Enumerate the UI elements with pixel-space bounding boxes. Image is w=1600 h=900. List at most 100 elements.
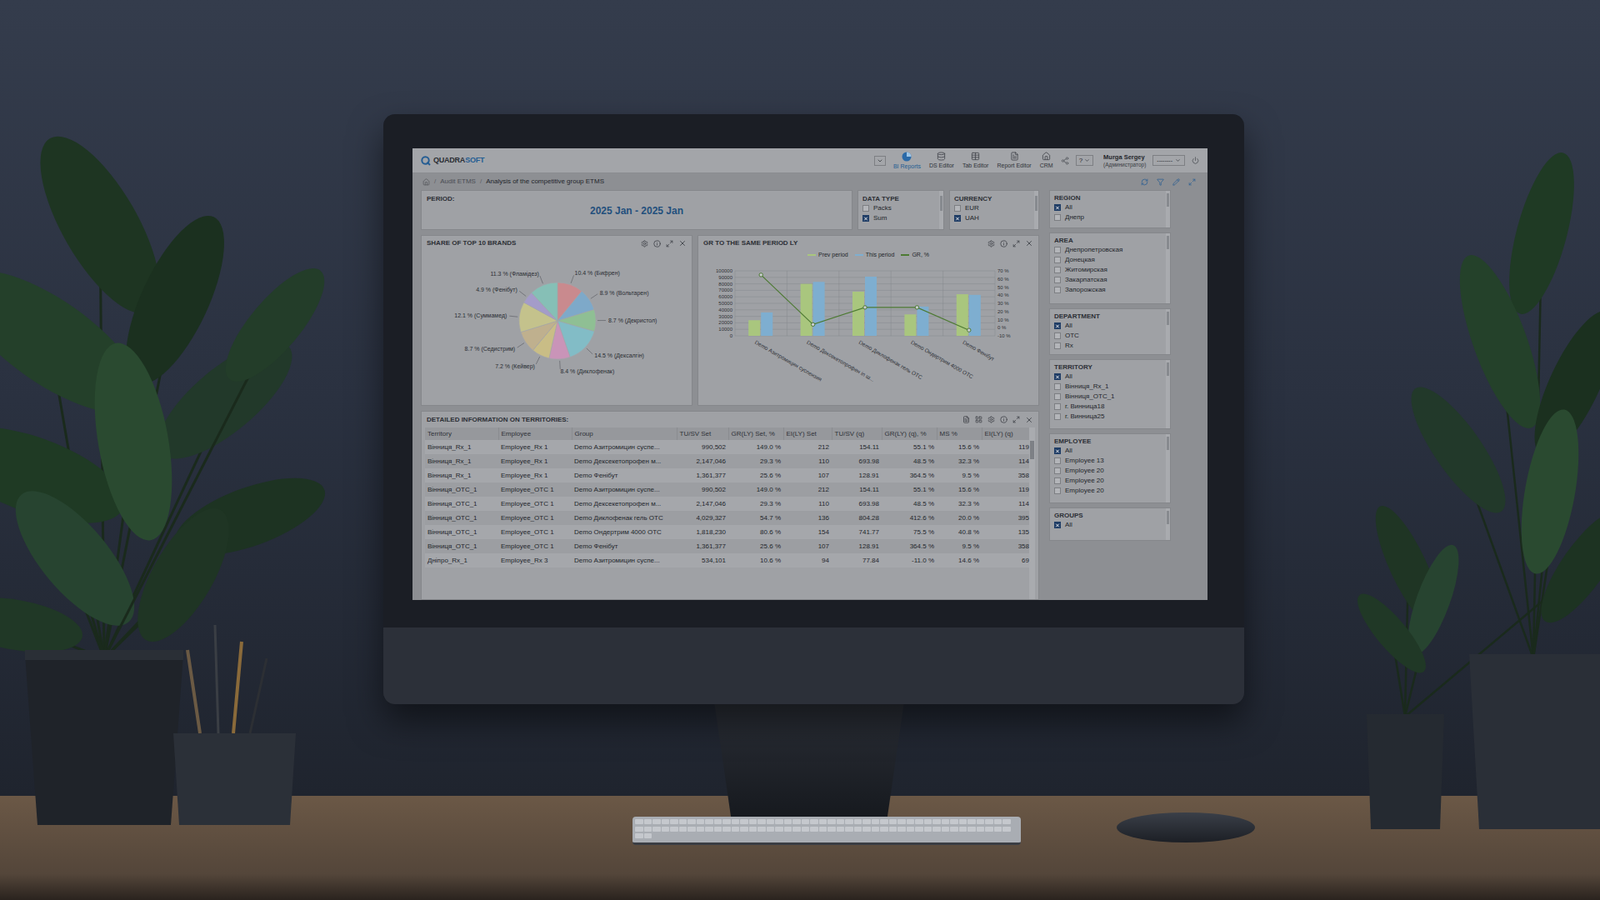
checkbox[interactable]	[1054, 373, 1061, 380]
table-row[interactable]: Вінниця_Rx_1Employee_Rx 1Demo Азитромици…	[425, 440, 1030, 455]
keyboard[interactable]	[632, 816, 1021, 845]
period-panel[interactable]: PERIOD:2025 Jan - 2025 Jan	[420, 190, 853, 230]
scrollbar[interactable]	[1165, 508, 1170, 540]
checkbox[interactable]	[1054, 246, 1061, 254]
line-point[interactable]	[967, 328, 971, 332]
column-header[interactable]: Employee	[498, 427, 572, 440]
nav-item[interactable]: BI Reports	[892, 151, 922, 170]
checkbox[interactable]	[1054, 487, 1061, 495]
home-icon[interactable]	[422, 178, 430, 186]
option-row[interactable]: All	[1054, 202, 1162, 213]
bar[interactable]	[852, 291, 865, 336]
table-row[interactable]: Вінниця_Rx_1Employee_Rx 1Demo Дексекетоп…	[425, 454, 1030, 469]
pie-slice[interactable]: 11.3 % (Фламідез)	[490, 270, 558, 321]
checkbox[interactable]	[862, 215, 870, 222]
option-row[interactable]: Запорожская	[1054, 285, 1162, 295]
info-icon[interactable]	[1000, 240, 1008, 248]
table-row[interactable]: Вінниця_OTC_1Employee_OTC 1Demo Азитроми…	[425, 482, 1030, 497]
option-row[interactable]: Employee 20	[1054, 485, 1162, 496]
checkbox[interactable]	[1054, 256, 1061, 264]
option-row[interactable]: All	[1054, 320, 1162, 331]
scrollbar[interactable]	[1165, 360, 1170, 429]
checkbox[interactable]	[1054, 393, 1061, 400]
close-icon[interactable]	[1025, 415, 1034, 425]
option-row[interactable]: EUR	[954, 203, 1030, 214]
option-row[interactable]: г. Винница25	[1054, 411, 1162, 422]
user-info[interactable]: Murga Sergey(Администратор)	[1103, 153, 1146, 169]
column-header[interactable]: Group	[571, 427, 677, 440]
share-icon[interactable]	[1060, 156, 1070, 165]
scrollbar[interactable]	[1029, 427, 1035, 600]
legend-item[interactable]: Prev period	[807, 250, 849, 260]
info-icon[interactable]	[653, 240, 661, 248]
checkbox[interactable]	[1054, 413, 1061, 420]
checkbox[interactable]	[1054, 214, 1061, 221]
column-header[interactable]: TU/SV (q)	[831, 427, 882, 440]
help-dropdown[interactable]: ?	[1075, 155, 1094, 166]
option-row[interactable]: Днепропетровская	[1054, 245, 1162, 255]
column-header[interactable]: EI(LY) (q)	[981, 427, 1030, 440]
option-row[interactable]: г. Винница18	[1054, 401, 1162, 412]
menu-dropdown[interactable]	[874, 155, 886, 166]
table-row[interactable]: Дніпро_Rx_1Employee_Rx 3Demo Азитромицин…	[425, 553, 1030, 568]
checkbox[interactable]	[1054, 457, 1061, 465]
checkbox[interactable]	[1054, 322, 1061, 330]
edit-icon[interactable]	[1172, 178, 1180, 186]
column-header[interactable]: EI(LY) Set	[783, 427, 832, 440]
scrollbar[interactable]	[1165, 309, 1170, 355]
line-point[interactable]	[863, 305, 867, 310]
option-row[interactable]: UAH	[954, 213, 1030, 224]
checkbox[interactable]	[1054, 204, 1061, 211]
gear-icon[interactable]	[987, 415, 995, 424]
option-row[interactable]: OTC	[1054, 330, 1162, 341]
export-icon[interactable]	[962, 415, 970, 424]
column-header[interactable]: Territory	[425, 427, 499, 440]
maximize-icon[interactable]	[1012, 240, 1020, 248]
option-row[interactable]: Rx	[1054, 340, 1162, 351]
nav-item[interactable]: CRM	[1039, 151, 1055, 170]
column-header[interactable]: MS %	[936, 427, 982, 440]
checkbox[interactable]	[1054, 286, 1061, 294]
pie-slice[interactable]: 8.9 % (Вольтарен)	[557, 290, 649, 321]
filter-icon[interactable]	[1156, 178, 1165, 186]
gear-icon[interactable]	[987, 240, 995, 248]
line-point[interactable]	[915, 305, 919, 310]
close-icon[interactable]	[1025, 239, 1034, 248]
column-header[interactable]: GR(LY) (q), %	[881, 427, 937, 440]
option-row[interactable]: Employee 20	[1054, 475, 1162, 486]
option-row[interactable]: Житомирская	[1054, 265, 1162, 275]
option-row[interactable]: Sum	[862, 213, 935, 224]
checkbox[interactable]	[862, 205, 870, 212]
option-row[interactable]: Packs	[862, 203, 935, 214]
option-row[interactable]: Вінниця_Rx_1	[1054, 381, 1162, 392]
checkbox[interactable]	[1054, 276, 1061, 284]
nav-item[interactable]: Tab Editor	[961, 151, 990, 170]
checkbox[interactable]	[954, 205, 961, 212]
bar[interactable]	[813, 281, 825, 336]
legend-item[interactable]: GR, %	[900, 250, 930, 260]
scrollbar[interactable]	[1034, 190, 1039, 230]
checkbox[interactable]	[1054, 447, 1061, 455]
maximize-icon[interactable]	[665, 240, 674, 248]
bar[interactable]	[760, 312, 773, 336]
pie-slice[interactable]: 14.5 % (Дексалгін)	[557, 320, 645, 360]
table-row[interactable]: Вінниця_OTC_1Employee_OTC 1Demo Дексекет…	[425, 496, 1030, 511]
option-row[interactable]: Employee 20	[1054, 465, 1162, 476]
checkbox[interactable]	[1054, 467, 1061, 475]
option-row[interactable]: Донецкая	[1054, 255, 1162, 265]
bar[interactable]	[956, 294, 969, 336]
option-row[interactable]: Закарпатская	[1054, 275, 1162, 285]
user-select[interactable]: --------	[1152, 155, 1185, 166]
gear-icon[interactable]	[640, 240, 649, 248]
checkbox[interactable]	[1054, 266, 1061, 274]
option-row[interactable]: Employee 13	[1054, 455, 1162, 466]
refresh-icon[interactable]	[1140, 178, 1149, 186]
checkbox[interactable]	[1054, 342, 1061, 350]
checkbox[interactable]	[1054, 403, 1061, 410]
scrollbar[interactable]	[1165, 233, 1170, 304]
bar[interactable]	[748, 320, 760, 336]
scrollbar[interactable]	[1165, 190, 1170, 228]
pie-slice[interactable]: 8.4 % (Диклофенак)	[549, 320, 615, 375]
breadcrumb-item[interactable]: Audit ETMS	[440, 176, 476, 187]
column-header[interactable]: TU/SV Set	[676, 427, 729, 440]
